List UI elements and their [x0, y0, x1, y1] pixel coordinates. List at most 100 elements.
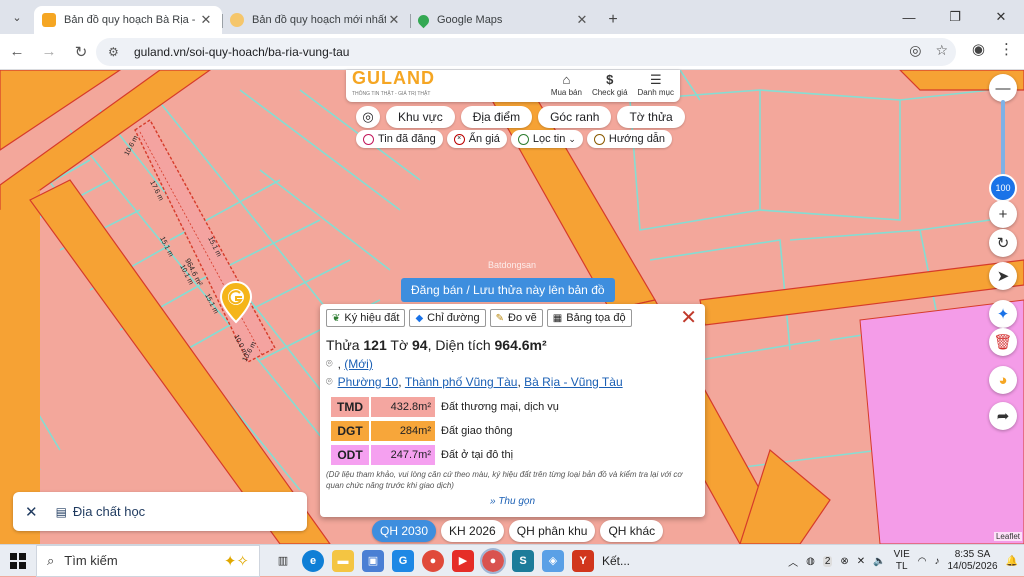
palette-icon: ◕	[998, 371, 1008, 389]
volume-icon[interactable]: 🔈	[873, 556, 885, 567]
new-tab-button[interactable]: +	[598, 6, 628, 34]
photos-icon[interactable]: ◈	[542, 549, 564, 572]
close-popup-icon[interactable]: ✕	[680, 308, 697, 328]
close-tab-icon[interactable]: ✕	[574, 12, 590, 28]
coordinate-table-button[interactable]: ▦ Bảng tọa độ	[546, 309, 632, 327]
guland-app-icon[interactable]: G	[392, 549, 414, 572]
zoom-in-button[interactable]: +	[989, 200, 1017, 228]
copilot-sparkle-icon: ✦✧	[223, 552, 249, 570]
url-text[interactable]: guland.vn/soi-quy-hoach/ba-ria-vung-tau	[134, 45, 349, 59]
chip-tin-da-dang[interactable]: Tin đã đăng	[356, 130, 443, 148]
land-use-row[interactable]: DGT 284m² Đất giao thông	[326, 421, 699, 441]
tab-qh-phan-khu[interactable]: QH phân khu	[508, 520, 596, 542]
reload-icon[interactable]: ↻	[66, 37, 96, 67]
close-tray-icon[interactable]: ✕	[857, 556, 865, 567]
running-app-label[interactable]: Kết...	[602, 554, 630, 568]
chip-to-thua[interactable]: Tờ thửa	[617, 106, 685, 128]
locate-target-button[interactable]: ◎	[356, 106, 380, 128]
leaflet-attribution[interactable]: Leaflet	[993, 532, 1022, 541]
eye-off-icon[interactable]: ◎	[909, 42, 921, 59]
close-tab-icon[interactable]: ✕	[198, 12, 214, 28]
browser-tab-1[interactable]: Bản đồ quy hoạch Bà Rịa - Vũng ✕	[34, 6, 222, 34]
delete-button[interactable]: 🗑	[989, 328, 1017, 356]
chrome-active-icon[interactable]: ●	[480, 547, 506, 574]
nav-mua-ban-button[interactable]: ⌂ Mua bán	[551, 72, 582, 97]
post-parcel-button[interactable]: Đăng bán / Lưu thửa này lên bản đồ	[401, 278, 615, 302]
my-location-button[interactable]: ➤	[989, 262, 1017, 290]
bookmark-star-icon[interactable]: ☆	[935, 42, 948, 59]
province-link[interactable]: Bà Rịa - Vũng Tàu	[524, 375, 623, 389]
youtube-icon[interactable]: ▶	[452, 549, 474, 572]
zoom-slider-handle[interactable]: 100	[989, 174, 1017, 202]
chip-goc-ranh[interactable]: Góc ranh	[538, 106, 612, 128]
back-icon[interactable]: ←	[2, 37, 32, 67]
chip-khu-vuc[interactable]: Khu vực	[386, 106, 455, 128]
land-symbol-button[interactable]: ❦ Ký hiệu đất	[326, 309, 406, 327]
draw-measure-button[interactable]: ✎ Đo vẽ	[489, 309, 543, 327]
measure-tool-button[interactable]: ✦	[989, 300, 1017, 328]
sublime-icon[interactable]: S	[512, 549, 534, 572]
land-use-row[interactable]: ODT 247.7m² Đất ở tại đô thị	[326, 445, 699, 465]
house-icon: ⌂	[562, 72, 571, 87]
land-use-row[interactable]: TMD 432.8m² Đất thương mại, dịch vụ	[326, 397, 699, 417]
notification-badge[interactable]: 2	[822, 555, 833, 567]
tab-search-icon[interactable]: ⌄	[0, 0, 34, 34]
address-line: ⌾ Phường 10, Thành phố Vũng Tàu, Bà Rịa …	[326, 375, 623, 389]
speaker-icon[interactable]: ♪	[934, 556, 939, 567]
guland-logo[interactable]: GULAND THÔNG TIN THẬT - GIÁ TRỊ THẬT	[352, 69, 435, 102]
chevron-down-icon: ⌄	[568, 133, 576, 144]
restore-icon[interactable]: ❐	[932, 0, 978, 34]
tab-qh-khac[interactable]: QH khác	[600, 520, 664, 542]
search-icon: ⌕	[47, 552, 55, 568]
nav-danh-muc-button[interactable]: ☰ Danh mục	[638, 72, 674, 97]
close-tab-icon[interactable]: ✕	[386, 12, 402, 28]
store-icon[interactable]: ▣	[362, 549, 384, 572]
address-bar[interactable]: ⚙ guland.vn/soi-quy-hoach/ba-ria-vung-ta…	[96, 38, 956, 66]
refresh-map-button[interactable]: ↻	[989, 229, 1017, 257]
parcel-location-pin-icon[interactable]	[218, 280, 254, 327]
directions-button[interactable]: ◆ Chỉ đường	[409, 309, 486, 327]
browser-tab-3[interactable]: Google Maps ✕	[410, 6, 598, 34]
chip-dia-diem[interactable]: Địa điểm	[460, 106, 533, 128]
site-info-icon[interactable]: ⚙	[108, 45, 126, 59]
close-geology-icon[interactable]: ✕	[25, 503, 38, 521]
new-address-link[interactable]: (Mới)	[344, 357, 373, 371]
hide-price-icon: ×	[453, 133, 465, 145]
taskbar-search[interactable]: ⌕ Tìm kiếm ✦✧	[36, 544, 260, 577]
forward-icon[interactable]: →	[34, 37, 64, 67]
task-view-icon[interactable]: ▥	[272, 550, 294, 572]
document-icon: ▤	[55, 504, 67, 519]
tab-qh-2030[interactable]: QH 2030	[372, 520, 437, 542]
tray-app-icon[interactable]: ◍	[806, 556, 815, 567]
edge-icon[interactable]: e	[302, 549, 324, 572]
chip-loc-tin[interactable]: Lọc tin ⌄	[510, 130, 583, 148]
chrome-icon[interactable]: ●	[422, 549, 444, 572]
language-indicator[interactable]: VIE TL	[894, 549, 910, 573]
guland-header: GULAND THÔNG TIN THẬT - GIÁ TRỊ THẬT ⌂ Mu…	[346, 69, 680, 102]
guland-favicon-icon	[230, 13, 244, 27]
geology-label[interactable]: Địa chất học	[73, 504, 145, 519]
windows-start-icon[interactable]	[0, 552, 36, 569]
wifi-icon[interactable]: ◠	[918, 556, 927, 567]
zoom-out-button[interactable]: —	[989, 74, 1017, 102]
mute-icon[interactable]: ⊗	[840, 556, 848, 567]
chip-huong-dan[interactable]: Hướng dẫn	[586, 130, 673, 148]
running-app-icon[interactable]: Y	[572, 549, 594, 572]
notifications-icon[interactable]: 🔔	[1006, 556, 1018, 567]
city-link[interactable]: Thành phố Vũng Tàu	[405, 375, 518, 389]
browser-tab-2[interactable]: Bản đồ quy hoạch mới nhất Th ✕	[222, 6, 410, 34]
tab-kh-2026[interactable]: KH 2026	[441, 520, 504, 542]
chip-an-gia[interactable]: × Ẩn giá	[446, 130, 507, 148]
clock[interactable]: 8:35 SA 14/05/2026	[947, 549, 997, 573]
file-explorer-icon[interactable]: ▬	[332, 549, 354, 572]
close-window-icon[interactable]: ✕	[978, 0, 1024, 34]
ward-link[interactable]: Phường 10	[338, 375, 399, 389]
collapse-link[interactable]: » Thu gọn	[326, 496, 699, 507]
more-menu-icon[interactable]: ⋮	[999, 40, 1014, 58]
share-map-button[interactable]: ➦	[989, 402, 1017, 430]
profile-icon[interactable]: ◉	[972, 40, 985, 58]
nav-check-gia-button[interactable]: $ Check giá	[592, 72, 628, 97]
chevron-up-icon[interactable]: ︿	[788, 554, 798, 569]
minimize-icon[interactable]: —	[886, 0, 932, 34]
layers-button[interactable]: ◕	[989, 366, 1017, 394]
